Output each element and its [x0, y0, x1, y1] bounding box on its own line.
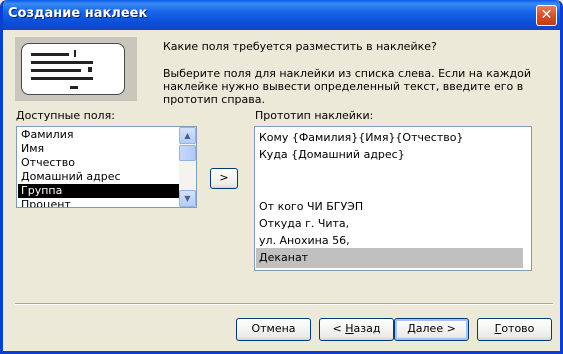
- back-hotkey: Н: [345, 322, 354, 335]
- cancel-button[interactable]: Отмена: [236, 318, 311, 341]
- preview-line: [31, 77, 93, 80]
- list-item[interactable]: Отчество: [18, 156, 180, 170]
- back-prefix: <: [332, 322, 346, 335]
- preview-dot: [88, 67, 92, 72]
- vertical-scrollbar[interactable]: ▲ ▼: [179, 127, 196, 207]
- window-title: Создание наклеек: [8, 6, 148, 21]
- prototype-line[interactable]: Куда {Домашний адрес}: [256, 145, 523, 165]
- prototype-line-selected[interactable]: Деканат: [256, 248, 523, 268]
- chevron-up-icon: ▲: [184, 131, 191, 140]
- finish-label: отово: [501, 322, 535, 335]
- next-hotkey: Д: [407, 322, 416, 335]
- title-bar[interactable]: Создание наклеек ✕: [3, 0, 560, 30]
- intro-instructions: Выберите поля для наклейки из списка сле…: [163, 67, 531, 106]
- label-icon: [21, 43, 125, 95]
- available-fields-items: Фамилия Имя Отчество Домашний адрес Груп…: [18, 128, 180, 207]
- list-item[interactable]: Процент: [18, 198, 180, 207]
- label-wizard-window: Создание наклеек ✕ Какие поля требуется …: [0, 0, 563, 354]
- scroll-up-button[interactable]: ▲: [179, 127, 196, 144]
- available-fields-list[interactable]: Фамилия Имя Отчество Домашний адрес Груп…: [16, 126, 197, 208]
- list-item[interactable]: Имя: [18, 142, 180, 156]
- back-label: азад: [353, 322, 381, 335]
- next-button[interactable]: Далее >: [394, 318, 469, 341]
- close-icon: ✕: [540, 7, 553, 23]
- next-label: алее >: [415, 322, 456, 335]
- available-fields-label: Доступные поля:: [16, 109, 115, 122]
- prototype-editor[interactable]: Кому {Фамилия}{Имя}{Отчество} Куда {Дома…: [254, 126, 532, 271]
- list-item-selected[interactable]: Группа: [18, 184, 180, 198]
- preview-line: [31, 53, 69, 56]
- preview-line: [31, 69, 81, 72]
- chevron-down-icon: ▼: [184, 194, 191, 203]
- finish-button[interactable]: Готово: [477, 318, 552, 341]
- preview-line: [31, 61, 93, 64]
- list-item[interactable]: Домашний адрес: [18, 170, 180, 184]
- scroll-down-button[interactable]: ▼: [179, 190, 196, 207]
- preview-line: [70, 86, 78, 89]
- add-field-button[interactable]: >: [210, 168, 238, 189]
- list-item[interactable]: Фамилия: [18, 128, 180, 142]
- intro-question: Какие поля требуется разместить в наклей…: [163, 40, 437, 53]
- divider: [15, 303, 553, 305]
- prototype-label: Прототип наклейки:: [255, 109, 374, 122]
- label-preview-image: [15, 37, 137, 101]
- close-button[interactable]: ✕: [536, 5, 557, 26]
- scroll-thumb[interactable]: [179, 145, 196, 161]
- back-button[interactable]: < Назад: [319, 318, 394, 341]
- preview-cursor: [74, 50, 76, 57]
